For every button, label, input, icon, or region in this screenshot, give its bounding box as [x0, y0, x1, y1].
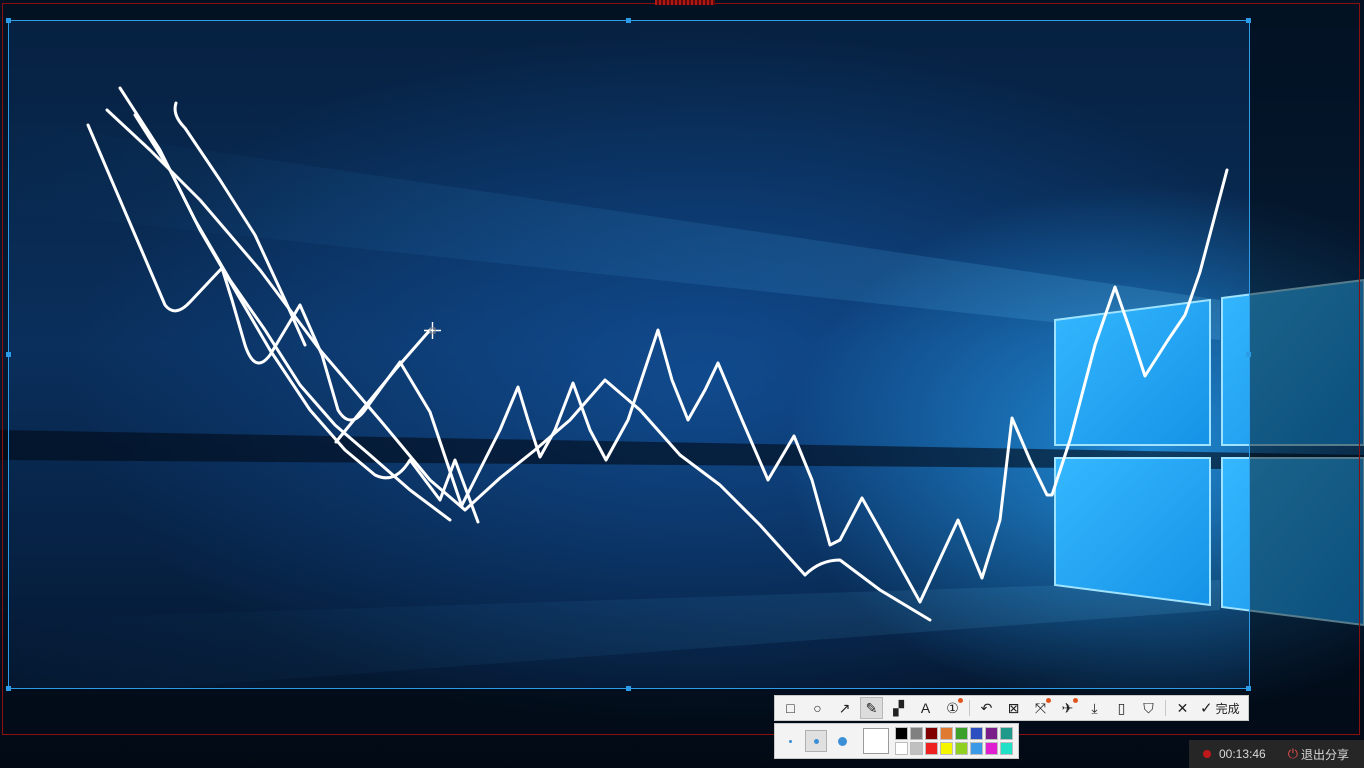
mosaic-tool[interactable]: ▞ [887, 697, 910, 719]
color-swatch[interactable] [910, 727, 923, 740]
rectangle-icon: □ [786, 700, 795, 716]
color-swatch[interactable] [940, 742, 953, 755]
stroke-size-large[interactable] [831, 730, 853, 752]
mosaic-icon: ▞ [893, 699, 904, 716]
pen-stroke [173, 101, 307, 347]
size-dot-icon [837, 736, 847, 746]
bookmark-button[interactable]: ⛉ [1137, 697, 1160, 719]
undo-button[interactable]: ↶ [975, 697, 998, 719]
scan-icon: ⊠ [1007, 699, 1020, 716]
pin-button[interactable]: ✈ [1056, 697, 1079, 719]
arrow-icon: ↗ [838, 699, 851, 716]
new-feature-dot [958, 698, 963, 703]
stroke-size-medium[interactable] [805, 730, 827, 752]
expand-button[interactable]: ⤧ [1029, 697, 1052, 719]
color-palette [895, 727, 1013, 755]
undo-icon: ↶ [980, 699, 993, 716]
color-swatch[interactable] [955, 727, 968, 740]
color-swatch[interactable] [1000, 727, 1013, 740]
rectangle-tool[interactable]: □ [779, 697, 802, 719]
text-icon: A [920, 700, 931, 716]
color-swatch[interactable] [925, 727, 938, 740]
color-swatch[interactable] [970, 727, 983, 740]
annotation-toolbar: □ ○ ↗ ✎ ▞ A ① ↶ ⊠ ⤧ ✈ ⤓ ▯ ⛉ ✕ ✓ 完成 [774, 695, 1249, 721]
stroke-size-small[interactable] [779, 730, 801, 752]
pen-tool[interactable]: ✎ [860, 697, 883, 719]
number-tool[interactable]: ① [941, 697, 964, 719]
pencil-icon: ✎ [865, 699, 878, 716]
ellipse-tool[interactable]: ○ [806, 697, 829, 719]
phone-button[interactable]: ▯ [1110, 697, 1133, 719]
circle-icon: ○ [813, 700, 822, 716]
text-tool[interactable]: A [914, 697, 937, 719]
exit-share-button[interactable]: 退出分享 [1301, 746, 1349, 763]
new-feature-dot [1046, 698, 1051, 703]
color-swatch[interactable] [955, 742, 968, 755]
color-swatch[interactable] [910, 742, 923, 755]
color-swatch[interactable] [940, 727, 953, 740]
new-feature-dot [1073, 698, 1078, 703]
color-swatch[interactable] [1000, 742, 1013, 755]
share-timer: 00:13:46 [1219, 747, 1266, 761]
pen-stroke [105, 108, 932, 622]
bookmark-icon: ⛉ [1143, 699, 1154, 716]
expand-icon: ⤧ [1034, 699, 1047, 716]
pin-icon: ✈ [1061, 699, 1074, 716]
power-icon: ⏻ [1287, 746, 1299, 761]
crosshair-cursor-icon [424, 322, 441, 339]
pen-stroke [460, 168, 1229, 604]
toolbar-divider [969, 700, 970, 716]
size-dot-icon [788, 739, 792, 743]
check-icon: ✓ [1200, 700, 1213, 717]
color-swatch[interactable] [985, 742, 998, 755]
screen-share-status: 00:13:46 ⏻ 退出分享 [1189, 740, 1364, 768]
cancel-button[interactable]: ✕ [1171, 697, 1194, 719]
ocr-button[interactable]: ⊠ [1002, 697, 1025, 719]
color-swatch[interactable] [895, 727, 908, 740]
current-color-swatch[interactable] [863, 728, 889, 754]
toolbar-divider [1165, 700, 1166, 716]
pen-annotations [86, 86, 1229, 622]
download-icon: ⤓ [1091, 699, 1098, 716]
color-swatch[interactable] [895, 742, 908, 755]
pen-options-bar [774, 723, 1019, 759]
size-dot-icon [813, 738, 819, 744]
done-button[interactable]: ✓ 完成 [1200, 699, 1240, 717]
arrow-tool[interactable]: ↗ [833, 697, 856, 719]
download-button[interactable]: ⤓ [1083, 697, 1106, 719]
phone-icon: ▯ [1117, 699, 1126, 716]
color-swatch[interactable] [985, 727, 998, 740]
close-icon: ✕ [1176, 699, 1189, 716]
color-swatch[interactable] [925, 742, 938, 755]
done-label: 完成 [1215, 701, 1240, 716]
number-badge-icon: ① [946, 699, 959, 716]
recording-dot-icon [1203, 750, 1211, 758]
color-swatch[interactable] [970, 742, 983, 755]
